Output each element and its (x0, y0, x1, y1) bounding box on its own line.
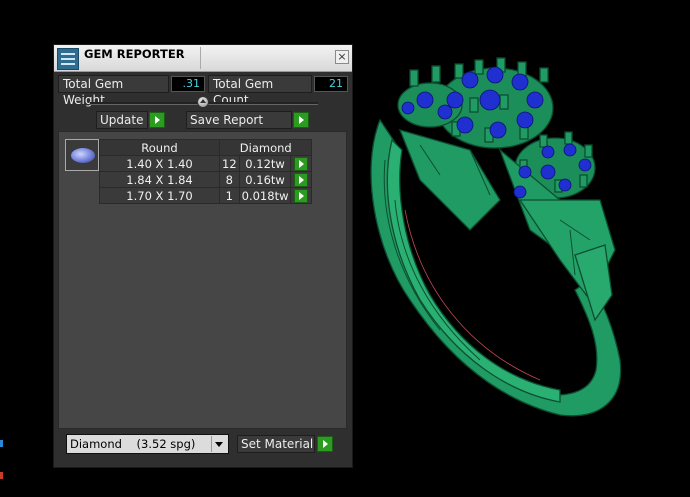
play-arrow-icon[interactable] (294, 172, 309, 187)
gem-table: Round Diamond 1.40 X 1.40 12 0.12tw 1.84… (99, 139, 313, 204)
slider-handle[interactable] (197, 96, 209, 108)
close-button[interactable]: × (335, 50, 349, 64)
gem-list-area: Round Diamond 1.40 X 1.40 12 0.12tw 1.84… (58, 131, 347, 429)
title-divider (200, 47, 201, 69)
select-row-button[interactable] (290, 155, 313, 172)
total-gem-weight-value: .31 (171, 76, 205, 92)
panel-title: GEM REPORTER (84, 47, 185, 61)
edge-marker-red (0, 472, 3, 479)
gem-count: 12 (219, 155, 240, 172)
table-row[interactable]: 1.84 X 1.84 8 0.16tw (99, 171, 313, 188)
gem-size: 1.84 X 1.84 (99, 171, 220, 188)
total-gem-count-value: 21 (314, 76, 348, 92)
gem-count: 8 (219, 171, 240, 188)
play-arrow-icon[interactable] (149, 112, 165, 128)
material-select[interactable]: Diamond (3.52 spg) (66, 434, 229, 454)
save-report-button-label[interactable]: Save Report (186, 111, 292, 129)
title-bar[interactable]: GEM REPORTER × (54, 45, 352, 72)
gem-count: 1 (219, 187, 240, 204)
gem-weight: 0.12tw (238, 155, 292, 172)
gem-size: 1.70 X 1.70 (99, 187, 220, 204)
total-gem-weight-label: Total Gem Weight (58, 75, 169, 107)
gem-reporter-panel: GEM REPORTER × Total Gem Weight .31 Tota… (53, 44, 353, 468)
gem-size: 1.40 X 1.40 (99, 155, 220, 172)
column-header-shape: Round (99, 139, 220, 156)
total-gem-count-label: Total Gem Count (208, 75, 312, 107)
table-row[interactable]: 1.40 X 1.40 12 0.12tw (99, 155, 313, 172)
table-row[interactable]: 1.70 X 1.70 1 0.018tw (99, 187, 313, 204)
save-report-button[interactable]: Save Report (186, 111, 311, 129)
select-row-button[interactable] (290, 171, 313, 188)
material-select-value: Diamond (3.52 spg) (70, 437, 196, 451)
close-icon: × (337, 50, 347, 63)
set-material-button[interactable]: Set Material (237, 435, 335, 453)
gem-reporter-icon (57, 48, 79, 70)
gem-weight: 0.018tw (238, 187, 292, 204)
set-material-button-label[interactable]: Set Material (237, 435, 315, 453)
play-arrow-icon[interactable] (294, 156, 309, 171)
update-button[interactable]: Update (96, 111, 166, 129)
play-arrow-icon[interactable] (294, 188, 309, 203)
play-arrow-icon[interactable] (317, 436, 333, 452)
select-row-button[interactable] (290, 187, 313, 204)
play-arrow-icon[interactable] (293, 112, 309, 128)
oval-gem-icon (71, 148, 95, 163)
gem-weight: 0.16tw (238, 171, 292, 188)
edge-marker-blue (0, 440, 3, 447)
chevron-down-icon[interactable] (211, 436, 227, 452)
gem-thumbnail[interactable] (65, 139, 99, 171)
column-header-material: Diamond (218, 139, 313, 156)
table-header-row: Round Diamond (99, 139, 313, 156)
update-button-label[interactable]: Update (96, 111, 148, 129)
